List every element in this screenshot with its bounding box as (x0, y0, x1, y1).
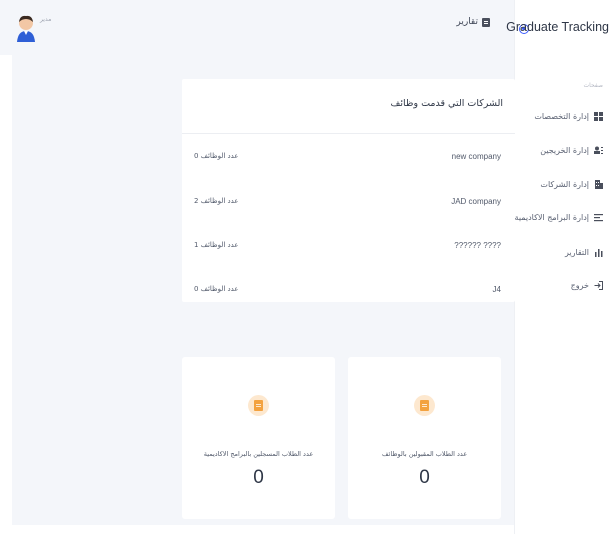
building-icon (595, 179, 603, 189)
stat-value: 0 (253, 467, 264, 488)
company-jobs-count: عدد الوظائف 2 (194, 197, 239, 205)
app-root: مدير تقارير Graduate Tracking صفحات إدار… (0, 0, 611, 534)
sidebar-item-label: إدارة الخريجين (540, 145, 589, 155)
table-row: JAD company عدد الوظائف 2 (182, 197, 515, 211)
companies-card: الشركات التي قدمت وظائف new company عدد … (182, 79, 515, 302)
stat-card-hired-students: عدد الطلاب المقبولين بالوظائف 0 (348, 357, 501, 519)
company-name: JAD company (451, 197, 501, 206)
bar-chart-icon (595, 248, 603, 257)
sidebar-section-label: صفحات (583, 82, 603, 89)
stat-label: عدد الطلاب المسجلين بالبرامج الاكاديمية (203, 450, 314, 458)
document-icon (254, 400, 263, 411)
card-divider (182, 133, 515, 134)
page-heading: تقارير (456, 17, 490, 27)
company-jobs-count: عدد الوظائف 0 (194, 152, 239, 160)
top-header: مدير تقارير (0, 0, 514, 55)
stat-icon-badge (414, 395, 435, 416)
company-jobs-count: عدد الوظائف 1 (194, 241, 239, 249)
table-row: new company عدد الوظائف 0 (182, 152, 515, 166)
stat-card-enrolled-students: عدد الطلاب المسجلين بالبرامج الاكاديمية … (182, 357, 335, 519)
table-row: ?????? ???? عدد الوظائف 1 (182, 241, 515, 255)
sidebar-item-reports[interactable]: التقارير (565, 245, 603, 259)
main-content: الشركات التي قدمت وظائف new company عدد … (12, 55, 515, 525)
sidebar-item-academic-programs[interactable]: إدارة البرامج الاكاديمية (515, 210, 603, 224)
sidebar-item-specializations[interactable]: إدارة التخصصات (534, 109, 603, 123)
companies-card-title: الشركات التي قدمت وظائف (390, 98, 503, 109)
grid-icon (594, 111, 603, 121)
company-name: ?????? ???? (454, 241, 501, 250)
brand-title: Graduate Tracking (506, 20, 609, 34)
logout-icon (594, 280, 603, 290)
sidebar: Graduate Tracking صفحات إدارة التخصصات إ… (506, 0, 611, 534)
company-jobs-count: عدد الوظائف 0 (194, 285, 239, 293)
user-name: مدير (40, 16, 52, 23)
stat-value: 0 (419, 467, 430, 488)
document-icon (420, 400, 429, 411)
sidebar-item-logout[interactable]: خروج (571, 278, 603, 292)
sidebar-item-label: إدارة البرامج الاكاديمية (514, 212, 589, 222)
sidebar-item-label: التقارير (564, 247, 589, 257)
sidebar-item-label: إدارة الشركات (540, 179, 589, 189)
company-name: new company (451, 152, 501, 161)
user-menu[interactable]: مدير (14, 14, 74, 44)
page-title: تقارير (456, 17, 478, 27)
avatar[interactable] (14, 14, 38, 42)
sidebar-item-label: خروج (570, 280, 589, 290)
stat-label: عدد الطلاب المقبولين بالوظائف (381, 450, 468, 458)
stat-icon-badge (248, 395, 269, 416)
list-icon (594, 213, 603, 221)
brand[interactable]: Graduate Tracking (506, 20, 611, 40)
table-row: J4 عدد الوظائف 0 (182, 285, 515, 299)
sidebar-item-graduates[interactable]: إدارة الخريجين (540, 143, 603, 157)
company-name: J4 (492, 285, 501, 294)
sidebar-item-label: إدارة التخصصات (534, 111, 589, 121)
sidebar-item-companies[interactable]: إدارة الشركات (540, 177, 603, 191)
report-icon (482, 17, 490, 27)
users-icon (594, 146, 603, 154)
